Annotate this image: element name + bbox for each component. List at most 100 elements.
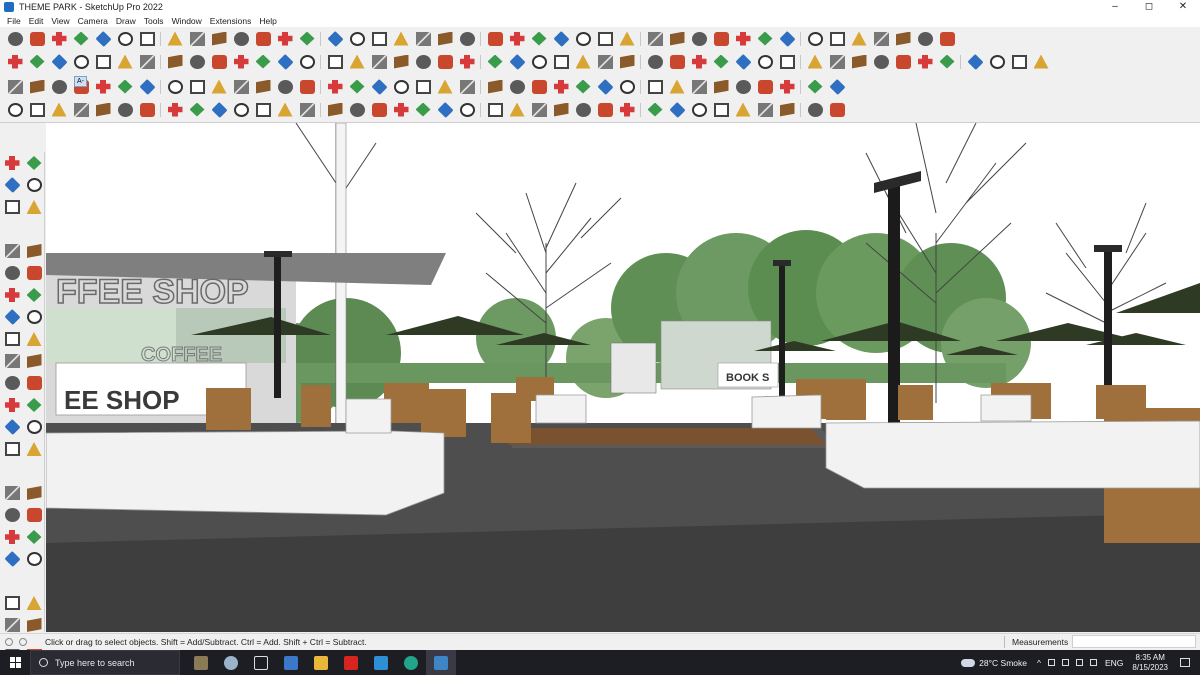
look-around-icon-button[interactable] [456, 29, 478, 49]
pan-icon-button[interactable] [274, 29, 296, 49]
layers-icon-button[interactable] [70, 100, 92, 120]
layers-icon-button[interactable] [826, 29, 848, 49]
protractor-icon-button[interactable] [346, 52, 368, 72]
push-pull-icon-button[interactable] [23, 350, 45, 372]
polygon-icon-button[interactable] [23, 284, 45, 306]
eraser-icon-button[interactable] [346, 100, 368, 120]
rectangle-icon-button[interactable] [1, 262, 23, 284]
redo-icon-button[interactable] [776, 52, 798, 72]
protractor-icon-button[interactable] [594, 29, 616, 49]
offset-icon-button[interactable] [23, 394, 45, 416]
polygon-icon-button[interactable] [208, 77, 230, 97]
measurements-input[interactable] [1072, 635, 1196, 648]
arc-icon-button[interactable] [644, 77, 666, 97]
offset-icon-button[interactable] [732, 29, 754, 49]
tape-measure-icon-button[interactable] [506, 100, 528, 120]
paint-bucket-icon-button[interactable] [804, 77, 826, 97]
fog-icon-button[interactable] [826, 100, 848, 120]
pencil-icon-button[interactable] [870, 52, 892, 72]
monochrome-icon-button[interactable] [230, 100, 252, 120]
pan-icon-button[interactable] [26, 52, 48, 72]
intersect-icon-button[interactable] [528, 52, 550, 72]
look-around-icon-button[interactable] [208, 52, 230, 72]
outliner-icon-button[interactable] [296, 77, 318, 97]
text-icon-button[interactable] [208, 29, 230, 49]
intersect-icon-button[interactable] [776, 29, 798, 49]
rotate-icon-button[interactable] [434, 100, 456, 120]
paint-bucket-icon-button[interactable] [550, 100, 572, 120]
3d-text-icon-button[interactable] [644, 29, 666, 49]
text-icon-button[interactable] [1030, 52, 1052, 72]
polygon-icon-button[interactable] [710, 29, 732, 49]
circle-icon-button[interactable] [186, 77, 208, 97]
taskbar-app-sketchup[interactable] [426, 650, 456, 675]
circle-icon-button[interactable] [1, 284, 23, 306]
pencil-icon-button[interactable] [48, 29, 70, 49]
extension-icon-button[interactable] [296, 100, 318, 120]
x-ray-icon-button[interactable] [892, 29, 914, 49]
redo-icon-button[interactable] [528, 77, 550, 97]
paint-bucket-icon-button[interactable] [230, 29, 252, 49]
line-icon-button[interactable] [1, 240, 23, 262]
chevron-up-icon[interactable]: ^ [1037, 658, 1041, 668]
axes-icon-button[interactable] [114, 77, 136, 97]
menu-draw[interactable]: Draw [116, 16, 136, 26]
orbit-view-icon-button[interactable] [1, 504, 23, 526]
solid-tools-icon-button[interactable] [528, 29, 550, 49]
text-icon-button[interactable] [528, 100, 550, 120]
arc-icon-button[interactable] [70, 29, 92, 49]
model-viewport[interactable]: FFEE SHOP COFFEE EE SHOP BOOK S [46, 123, 1200, 632]
circle-icon-button[interactable] [688, 29, 710, 49]
follow-me-icon-button[interactable] [506, 52, 528, 72]
scale-icon-button[interactable] [164, 29, 186, 49]
x-ray-icon-button[interactable] [390, 77, 412, 97]
undo-icon-button[interactable] [506, 77, 528, 97]
monochrome-icon-button[interactable] [732, 52, 754, 72]
styles-icon-button[interactable] [594, 52, 616, 72]
zoom-icon-button[interactable] [616, 100, 638, 120]
look-around-icon-button[interactable] [23, 592, 45, 614]
intersect-icon-button[interactable] [26, 100, 48, 120]
menu-help[interactable]: Help [259, 16, 276, 26]
volume-icon[interactable] [1075, 659, 1083, 666]
offset-icon-button[interactable] [230, 77, 252, 97]
taskbar-app-edge[interactable] [396, 650, 426, 675]
zoom-icon-button[interactable] [296, 29, 318, 49]
camera-icon-button[interactable] [412, 29, 434, 49]
eraser-icon-button[interactable] [26, 29, 48, 49]
tape-measure-icon-button[interactable] [754, 77, 776, 97]
component-icon-button[interactable] [688, 100, 710, 120]
tape-measure-icon-button[interactable] [1008, 52, 1030, 72]
follow-me-icon-button[interactable] [23, 372, 45, 394]
three-point-arc-icon-button[interactable] [23, 328, 45, 350]
sandbox-icon-button[interactable] [48, 77, 70, 97]
arc-icon-button[interactable] [892, 52, 914, 72]
taskbar-search-box[interactable]: Type here to search [30, 650, 180, 675]
menu-window[interactable]: Window [172, 16, 202, 26]
undo-icon-button[interactable] [252, 100, 274, 120]
menu-tools[interactable]: Tools [144, 16, 164, 26]
follow-me-icon-button[interactable] [4, 100, 26, 120]
scenes-icon-button[interactable] [368, 77, 390, 97]
tape-measure-icon-button[interactable] [1, 416, 23, 438]
push-pull-icon-button[interactable] [666, 77, 688, 97]
shaded-icon-button[interactable] [688, 52, 710, 72]
taskbar-app-acrobat[interactable] [336, 650, 366, 675]
fog-icon-button[interactable] [252, 52, 274, 72]
fog-icon-button[interactable] [4, 77, 26, 97]
language-indicator[interactable]: ENG [1105, 658, 1123, 668]
textured-icon-button[interactable] [456, 77, 478, 97]
group-icon-button[interactable] [710, 100, 732, 120]
sandbox-icon-button[interactable] [550, 29, 572, 49]
shadow-icon-button[interactable] [484, 29, 506, 49]
move-icon-button[interactable] [710, 77, 732, 97]
section-plane-icon-button[interactable] [346, 29, 368, 49]
component-icon-button[interactable] [368, 29, 390, 49]
push-pull-icon-button[interactable] [412, 100, 434, 120]
shadow-icon-button[interactable] [804, 100, 826, 120]
scenes-icon-button[interactable] [114, 100, 136, 120]
taskbar-app-headset[interactable] [216, 650, 246, 675]
offset-icon-button[interactable] [484, 52, 506, 72]
shaded-icon-button[interactable] [936, 29, 958, 49]
redo-icon-button[interactable] [274, 100, 296, 120]
